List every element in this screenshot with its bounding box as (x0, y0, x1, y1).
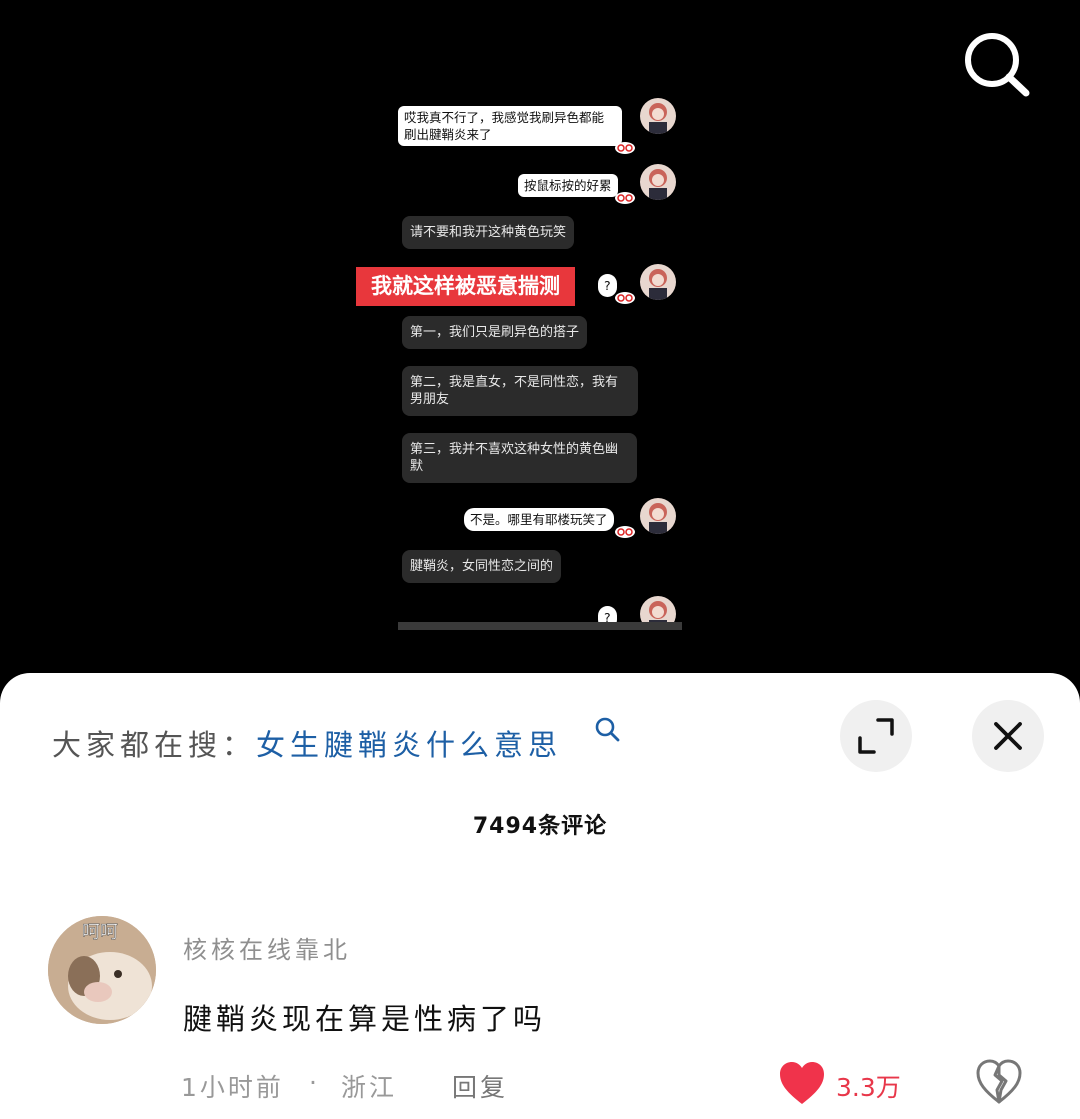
search-button[interactable] (960, 30, 1032, 102)
avatar-caption: 呵呵 (82, 922, 118, 943)
commenter-avatar[interactable]: 呵呵 (48, 916, 156, 1024)
chat-bubble-left: 第一，我们只是刷异色的搭子 (402, 316, 588, 349)
comment-count: 7494条评论 (472, 814, 608, 839)
suggest-label: 大家都在搜： (52, 728, 257, 762)
chat-avatar (640, 498, 676, 534)
chat-bubble-right: 不是。哪里有耶楼玩笑了 (464, 508, 614, 531)
chat-avatar (640, 164, 676, 200)
dislike-button[interactable] (975, 1058, 1023, 1106)
search-icon (965, 33, 1030, 97)
broken-heart-icon (976, 1059, 1022, 1104)
overlay-caption: 我就这样被恶意揣测 (356, 267, 575, 306)
heart-icon (780, 1062, 824, 1104)
sticker-icon (614, 190, 636, 204)
chat-bubble-left: 请不要和我开这种黄色玩笑 (402, 216, 575, 249)
search-suggestion[interactable]: 大家都在搜：女生腱鞘炎什么意思 (52, 722, 562, 764)
video-player[interactable]: 哎我真不行了，我感觉我刷异色都能刷出腱鞘炎来了 按鼠标按的好累 请不要和我开这种… (0, 0, 1080, 690)
chat-bubble-left: 第二，我是直女，不是同性恋，我有男朋友 (402, 366, 638, 416)
chat-bubble-left: 第三，我并不喜欢这种女性的黄色幽默 (402, 433, 637, 483)
like-count: 3.3万 (836, 1073, 901, 1102)
sticker-icon (614, 290, 636, 304)
chat-avatar (640, 264, 676, 300)
sticker-icon (614, 140, 636, 154)
chat-screenshot: 哎我真不行了，我感觉我刷异色都能刷出腱鞘炎来了 按鼠标按的好累 请不要和我开这种… (398, 96, 682, 630)
chat-bottom-bar (398, 622, 682, 630)
meta-separator: · (309, 1068, 320, 1097)
expand-icon (858, 718, 894, 754)
search-icon (595, 717, 620, 742)
chat-bubble-right: 哎我真不行了，我感觉我刷异色都能刷出腱鞘炎来了 (398, 106, 622, 146)
sticker-icon (614, 524, 636, 538)
close-icon (994, 722, 1022, 750)
reply-button[interactable]: 回复 (452, 1068, 508, 1104)
like-button[interactable] (778, 1060, 826, 1106)
close-button[interactable] (972, 700, 1044, 772)
chat-avatar (640, 98, 676, 134)
expand-button[interactable] (840, 700, 912, 772)
suggest-query-link[interactable]: 女生腱鞘炎什么意思 (256, 728, 562, 762)
comment-location: 浙江 (341, 1073, 398, 1102)
comment-username[interactable]: 核核在线靠北 (183, 930, 351, 965)
comment-time: 1小时前 (181, 1073, 284, 1102)
chat-bubble-left: 腱鞘炎，女同性恋之间的 (402, 550, 562, 583)
comment-text: 腱鞘炎现在算是性病了吗 (183, 1002, 547, 1036)
suggest-search-button[interactable] (594, 716, 620, 742)
chat-bubble-right: 按鼠标按的好累 (518, 174, 618, 197)
